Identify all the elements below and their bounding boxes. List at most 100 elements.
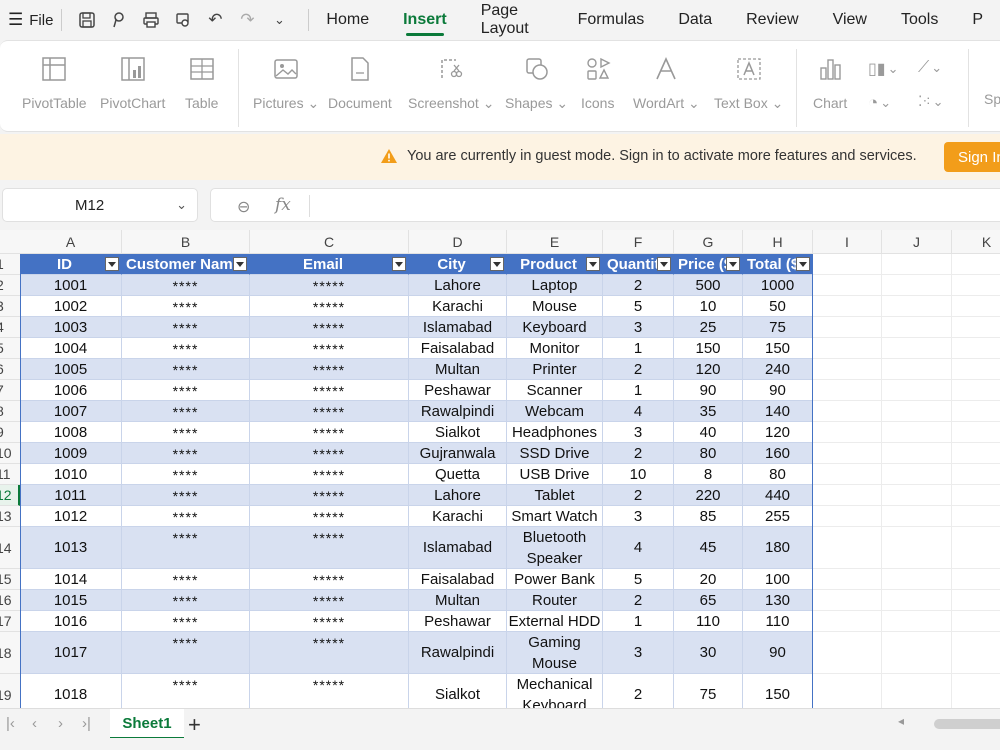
empty-cell[interactable] xyxy=(952,611,1000,632)
tab-tools[interactable]: Tools xyxy=(884,0,955,40)
cell-id[interactable]: 1008 xyxy=(20,422,122,443)
cell-city[interactable]: Sialkot xyxy=(409,674,507,708)
cell-id[interactable]: 1005 xyxy=(20,359,122,380)
tab-data[interactable]: Data xyxy=(661,0,729,40)
cell-city[interactable]: Islamabad xyxy=(409,527,507,569)
cell-total[interactable]: 90 xyxy=(743,632,813,674)
empty-cell[interactable] xyxy=(882,401,952,422)
cell-city[interactable]: Faisalabad xyxy=(409,338,507,359)
tab-formulas[interactable]: Formulas xyxy=(561,0,662,40)
filter-dropdown-icon[interactable] xyxy=(105,257,119,271)
header-cell-total[interactable]: Total ($) xyxy=(743,254,813,275)
column-header-k[interactable]: K xyxy=(952,230,1000,254)
cell-id[interactable]: 1009 xyxy=(20,443,122,464)
row-header-17[interactable]: 17 xyxy=(0,611,20,632)
cell-total[interactable]: 150 xyxy=(743,674,813,708)
cell-product[interactable]: Headphones xyxy=(507,422,603,443)
save-icon[interactable] xyxy=(74,7,100,33)
cell-city[interactable]: Karachi xyxy=(409,506,507,527)
empty-cell[interactable] xyxy=(813,569,882,590)
cell-customer-name[interactable]: **** xyxy=(122,338,250,359)
cell-price[interactable]: 65 xyxy=(674,590,743,611)
chevron-down-icon[interactable]: ⌄ xyxy=(176,197,187,213)
cell-price[interactable]: 40 xyxy=(674,422,743,443)
screenshot-button[interactable]: Screenshot ⌄ xyxy=(408,53,494,112)
empty-cell[interactable] xyxy=(813,527,882,569)
cell-product[interactable]: Tablet xyxy=(507,485,603,506)
cell-quantity[interactable]: 2 xyxy=(603,443,674,464)
cell-total[interactable]: 140 xyxy=(743,401,813,422)
empty-cell[interactable] xyxy=(952,569,1000,590)
empty-cell[interactable] xyxy=(882,590,952,611)
row-header-6[interactable]: 6 xyxy=(0,359,20,380)
cell-email[interactable]: ***** xyxy=(250,632,409,674)
cell-total[interactable]: 90 xyxy=(743,380,813,401)
empty-cell[interactable] xyxy=(952,527,1000,569)
cell-city[interactable]: Lahore xyxy=(409,275,507,296)
formula-input-area[interactable]: ⊖ fx xyxy=(210,188,1000,222)
cell-price[interactable]: 80 xyxy=(674,443,743,464)
cell-price[interactable]: 8 xyxy=(674,464,743,485)
column-header-c[interactable]: C xyxy=(250,230,409,254)
sheet-tab-sheet1[interactable]: Sheet1 xyxy=(110,709,184,739)
column-header-a[interactable]: A xyxy=(20,230,122,254)
scatter-chart-dropdown[interactable]: ⁚⁖ ⌄ xyxy=(918,93,944,110)
cell-price[interactable]: 90 xyxy=(674,380,743,401)
cell-city[interactable]: Quetta xyxy=(409,464,507,485)
cell-price[interactable]: 25 xyxy=(674,317,743,338)
cell-city[interactable]: Rawalpindi xyxy=(409,401,507,422)
cell-customer-name[interactable]: **** xyxy=(122,275,250,296)
cell-id[interactable]: 1017 xyxy=(20,632,122,674)
cell-id[interactable]: 1004 xyxy=(20,338,122,359)
cell-customer-name[interactable]: **** xyxy=(122,296,250,317)
cell-customer-name[interactable]: **** xyxy=(122,674,250,708)
cell-email[interactable]: ***** xyxy=(250,464,409,485)
cell-email[interactable]: ***** xyxy=(250,338,409,359)
tab-home[interactable]: Home xyxy=(309,0,386,40)
cell-total[interactable]: 120 xyxy=(743,422,813,443)
filter-dropdown-icon[interactable] xyxy=(586,257,600,271)
pictures-button[interactable]: Pictures ⌄ xyxy=(253,53,319,112)
empty-cell[interactable] xyxy=(882,317,952,338)
empty-cell[interactable] xyxy=(813,506,882,527)
chart-button[interactable]: Chart xyxy=(813,53,847,111)
empty-cell[interactable] xyxy=(813,338,882,359)
empty-cell[interactable] xyxy=(952,485,1000,506)
cell-customer-name[interactable]: **** xyxy=(122,464,250,485)
cell-product[interactable]: Webcam xyxy=(507,401,603,422)
cell-quantity[interactable]: 2 xyxy=(603,590,674,611)
cell-total[interactable]: 100 xyxy=(743,569,813,590)
filter-dropdown-icon[interactable] xyxy=(657,257,671,271)
empty-cell[interactable] xyxy=(813,464,882,485)
empty-cell[interactable] xyxy=(813,443,882,464)
cell-price[interactable]: 85 xyxy=(674,506,743,527)
cell-product[interactable]: Power Bank xyxy=(507,569,603,590)
pivotchart-button[interactable]: PivotChart xyxy=(100,53,165,111)
empty-cell[interactable] xyxy=(882,275,952,296)
empty-cell[interactable] xyxy=(952,380,1000,401)
cell-quantity[interactable]: 2 xyxy=(603,359,674,380)
zoom-icon[interactable]: ⊖ xyxy=(237,197,250,217)
table-button[interactable]: Table xyxy=(185,53,218,111)
empty-cell[interactable] xyxy=(952,590,1000,611)
cell-city[interactable]: Peshawar xyxy=(409,611,507,632)
cell-email[interactable]: ***** xyxy=(250,506,409,527)
sign-in-button[interactable]: Sign In xyxy=(944,142,1000,172)
tab-review[interactable]: Review xyxy=(729,0,815,40)
row-header-4[interactable]: 4 xyxy=(0,317,20,338)
format-painter-icon[interactable] xyxy=(106,7,132,33)
empty-cell[interactable] xyxy=(813,317,882,338)
header-cell-email[interactable]: Email xyxy=(250,254,409,275)
scroll-left-icon[interactable]: ◂ xyxy=(898,714,904,728)
cell-product[interactable]: Mouse xyxy=(507,296,603,317)
cell-city[interactable]: Multan xyxy=(409,359,507,380)
icons-button[interactable]: Icons xyxy=(581,53,614,111)
empty-cell[interactable] xyxy=(952,401,1000,422)
redo-icon[interactable]: ↷ xyxy=(234,7,260,33)
empty-cell[interactable] xyxy=(952,674,1000,708)
column-header-h[interactable]: H xyxy=(743,230,813,254)
cell-quantity[interactable]: 3 xyxy=(603,506,674,527)
row-header-10[interactable]: 10 xyxy=(0,443,20,464)
empty-cell[interactable] xyxy=(813,422,882,443)
cell-price[interactable]: 35 xyxy=(674,401,743,422)
